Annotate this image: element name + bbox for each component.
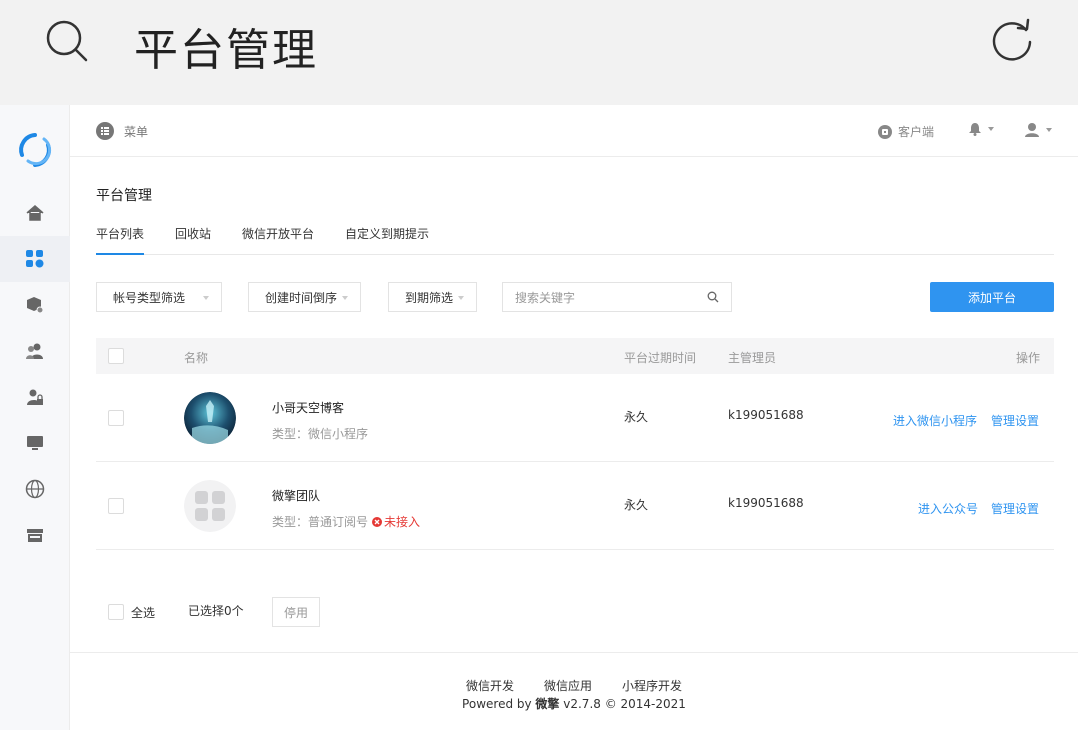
enter-official-account-link[interactable]: 进入公众号 xyxy=(918,500,978,517)
user-icon xyxy=(1025,123,1039,137)
powered-by: Powered by 微擎 v2.7.8 © 2014-2021 xyxy=(70,695,1078,712)
users-icon xyxy=(26,343,43,359)
expire-filter-label: 到期筛选 xyxy=(405,290,454,305)
powered-prefix: Powered by xyxy=(462,697,536,711)
page-title: 平台管理 xyxy=(96,188,152,204)
row-checkbox[interactable] xyxy=(108,498,124,514)
add-platform-button[interactable]: 添加平台 xyxy=(930,282,1054,312)
selected-count: 已选择0个 xyxy=(188,604,244,618)
sidebar-item-site[interactable] xyxy=(0,466,70,512)
column-expire: 平台过期时间 xyxy=(624,351,697,365)
sort-filter-label: 创建时间倒序 xyxy=(265,290,338,305)
monitor-icon xyxy=(27,436,43,450)
manage-settings-link[interactable]: 管理设置 xyxy=(991,412,1039,429)
refresh-icon[interactable] xyxy=(988,16,1036,64)
main-content: 菜单 客户端 平台管理 平台列表 回收站 微信开放平台 自定义到期提示 帐号类型… xyxy=(70,105,1078,730)
menu-label: 菜单 xyxy=(124,124,149,139)
manage-settings-link[interactable]: 管理设置 xyxy=(991,500,1039,517)
enter-miniprogram-link[interactable]: 进入微信小程序 xyxy=(893,412,977,429)
platform-expire: 永久 xyxy=(624,410,649,424)
tab-recycle-bin[interactable]: 回收站 xyxy=(175,225,211,255)
account-type-filter-label: 帐号类型筛选 xyxy=(113,290,186,305)
status-badge-label: 未接入 xyxy=(384,515,421,529)
cube-settings-icon xyxy=(27,297,44,314)
sidebar xyxy=(0,105,70,730)
account-type-filter[interactable]: 帐号类型筛选 xyxy=(96,282,222,312)
header-checkbox[interactable] xyxy=(108,348,124,364)
store-icon xyxy=(27,529,43,542)
sidebar-item-modules[interactable] xyxy=(0,282,70,328)
client-label: 客户端 xyxy=(898,125,935,139)
powered-suffix: v2.7.8 © 2014-2021 xyxy=(559,697,686,711)
client-link[interactable]: 客户端 xyxy=(878,123,934,140)
platform-type: 类型：普通订阅号 未接入 xyxy=(272,513,420,530)
platform-type-label: 类型：普通订阅号 xyxy=(272,515,369,529)
platform-name: 小哥天空博客 xyxy=(272,401,345,415)
search-icon[interactable] xyxy=(44,18,90,64)
sidebar-item-store[interactable] xyxy=(0,512,70,558)
list-icon xyxy=(96,122,114,140)
footer-link-miniprogram-dev[interactable]: 小程序开发 xyxy=(622,677,682,694)
tab-wechat-open-platform[interactable]: 微信开放平台 xyxy=(242,225,314,255)
chevron-down-icon xyxy=(342,296,348,300)
select-all-label[interactable]: 全选 xyxy=(131,604,155,621)
notifications-dropdown[interactable] xyxy=(968,122,994,136)
tab-bar: 平台列表 回收站 微信开放平台 自定义到期提示 xyxy=(96,225,1054,255)
tab-custom-expiry[interactable]: 自定义到期提示 xyxy=(345,225,429,255)
menu-toggle[interactable]: 菜单 xyxy=(96,122,148,140)
header-bar: 菜单 客户端 xyxy=(70,105,1078,157)
expire-filter[interactable]: 到期筛选 xyxy=(388,282,477,312)
row-checkbox[interactable] xyxy=(108,410,124,426)
user-lock-icon xyxy=(27,389,43,405)
client-icon xyxy=(878,124,892,139)
sidebar-item-permissions[interactable] xyxy=(0,374,70,420)
chevron-down-icon xyxy=(988,127,994,131)
search-icon[interactable] xyxy=(707,291,719,303)
select-all-checkbox[interactable] xyxy=(108,604,124,620)
brand-name: 微擎 xyxy=(535,697,560,711)
platform-expire: 永久 xyxy=(624,498,649,512)
table-row: 微擎团队 类型：普通订阅号 未接入 永久 k199051688 进入公众号 管理… xyxy=(96,462,1054,550)
table-header: 名称 平台过期时间 主管理员 操作 xyxy=(96,338,1054,374)
app-title: 平台管理 xyxy=(134,25,318,76)
error-icon xyxy=(372,516,383,527)
table-row: 小哥天空博客 类型：微信小程序 永久 k199051688 进入微信小程序 管理… xyxy=(96,374,1054,462)
logo-icon[interactable] xyxy=(16,131,54,169)
footer: 微信开发 微信应用 小程序开发 Powered by 微擎 v2.7.8 © 2… xyxy=(70,652,1078,730)
footer-link-wechat-dev[interactable]: 微信开发 xyxy=(466,677,514,694)
home-icon xyxy=(26,205,44,221)
chevron-down-icon xyxy=(1046,128,1052,132)
search-input[interactable]: 搜索关键字 xyxy=(502,282,732,312)
chevron-down-icon xyxy=(203,296,209,300)
bulk-actions-bar: 全选 已选择0个 停用 xyxy=(96,597,1054,627)
user-dropdown[interactable] xyxy=(1024,122,1052,138)
search-placeholder: 搜索关键字 xyxy=(515,290,576,305)
apps-icon xyxy=(26,250,44,268)
status-badge: 未接入 xyxy=(372,513,420,530)
column-admin: 主管理员 xyxy=(728,351,777,365)
platform-admin: k199051688 xyxy=(728,408,804,422)
sort-filter[interactable]: 创建时间倒序 xyxy=(248,282,361,312)
column-actions: 操作 xyxy=(1016,351,1041,365)
globe-icon xyxy=(25,479,45,499)
footer-links: 微信开发 微信应用 小程序开发 xyxy=(70,677,1078,694)
platform-avatar xyxy=(184,392,236,444)
platform-name: 微擎团队 xyxy=(272,489,321,503)
sidebar-item-system[interactable] xyxy=(0,420,70,466)
column-name: 名称 xyxy=(184,351,209,365)
footer-link-wechat-apps[interactable]: 微信应用 xyxy=(544,677,592,694)
sidebar-item-home[interactable] xyxy=(0,190,70,236)
chevron-down-icon xyxy=(458,296,464,300)
platform-type-label: 类型：微信小程序 xyxy=(272,427,369,441)
platform-avatar-placeholder xyxy=(184,480,236,532)
disable-button[interactable]: 停用 xyxy=(272,597,320,627)
bell-icon xyxy=(969,123,981,136)
sidebar-item-platforms[interactable] xyxy=(0,236,70,282)
platform-type: 类型：微信小程序 xyxy=(272,425,368,442)
top-bar: 平台管理 xyxy=(0,0,1078,105)
tab-platform-list[interactable]: 平台列表 xyxy=(96,225,145,255)
platform-admin: k199051688 xyxy=(728,496,804,510)
sidebar-item-users[interactable] xyxy=(0,328,70,374)
